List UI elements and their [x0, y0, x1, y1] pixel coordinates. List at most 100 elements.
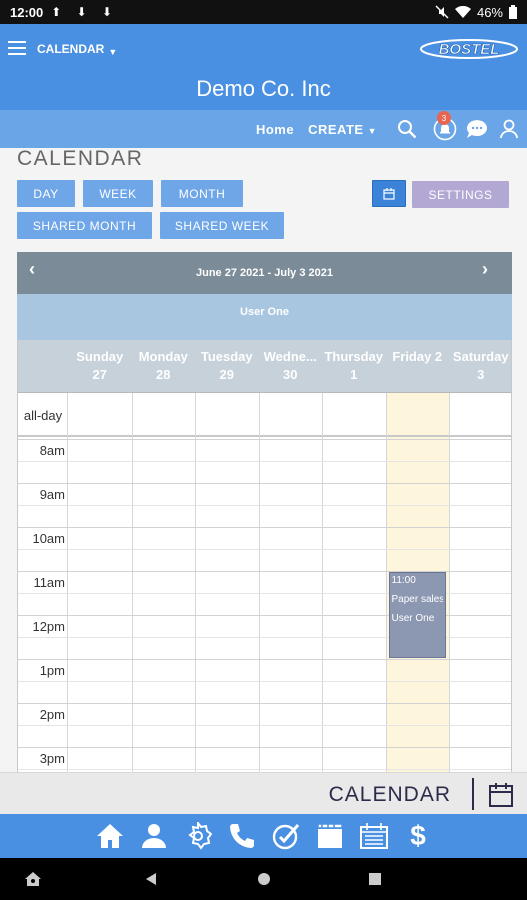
half-hour-line [18, 549, 511, 550]
day-header[interactable]: Friday 2 [386, 348, 450, 366]
tab-calendar[interactable] [359, 821, 389, 851]
next-week-icon[interactable]: › [482, 259, 488, 280]
view-shared-month-button[interactable]: SHARED MONTH [17, 212, 152, 239]
calendar-icon[interactable] [488, 782, 514, 808]
time-label: 2pm [39, 707, 65, 722]
svg-text:BOSTEL: BOSTEL [439, 41, 500, 58]
day-header[interactable]: Sunday 27 [68, 348, 132, 384]
tab-billing[interactable]: $ [403, 821, 433, 851]
column-divider [385, 393, 387, 772]
day-date: 3 [477, 367, 485, 382]
hour-line [18, 703, 511, 704]
day-header[interactable]: Saturday 3 [449, 348, 511, 384]
phone-icon [229, 824, 254, 848]
brand-logo: BOSTEL [420, 39, 518, 59]
app-header: CALENDAR ▼ BOSTEL Demo Co. Inc [0, 24, 527, 110]
status-right: 46% [435, 5, 517, 20]
calendar-user-row: User One [17, 294, 512, 340]
day-name: Tuesday [200, 349, 253, 364]
tab-contacts[interactable] [139, 821, 169, 851]
column-divider [67, 393, 68, 772]
dollar-icon: $ [410, 821, 426, 851]
settings-button[interactable]: SETTINGS [412, 181, 509, 208]
day-name: Sunday [76, 349, 124, 364]
home-assistant-icon[interactable] [24, 871, 42, 887]
top-nav: Home CREATE ▼ 3 [0, 110, 527, 148]
event-title: Paper sales [391, 594, 444, 605]
column-divider [449, 393, 450, 772]
event-user: User One [391, 613, 435, 624]
event-time: 11:00 [391, 575, 416, 586]
hamburger-menu-icon[interactable] [8, 41, 26, 55]
tab-calls[interactable] [227, 821, 257, 851]
tab-settings[interactable] [183, 821, 213, 851]
calendar-icon [359, 823, 388, 849]
wifi-icon [454, 6, 471, 18]
search-button[interactable] [395, 117, 419, 141]
day-header-row: Sunday 27 Monday 28 Tuesday 29 Wedne... 30 Thurs… [18, 340, 511, 393]
date-picker-button[interactable] [372, 180, 406, 207]
system-nav-bar [0, 858, 527, 900]
week-grid: Sunday 27 Monday 28 Tuesday 29 Wedne... 30 Thurs… [17, 340, 512, 772]
half-hour-line [18, 769, 511, 770]
day-name: Monday [138, 349, 188, 364]
battery-percent: 46% [476, 4, 503, 20]
view-week-button[interactable]: WEEK [83, 180, 153, 207]
view-month-button[interactable]: MONTH [161, 180, 243, 207]
hour-line [18, 747, 511, 748]
time-label: 8am [39, 443, 65, 458]
half-hour-line [18, 681, 511, 682]
profile-button[interactable] [497, 117, 521, 141]
day-header[interactable]: Monday 28 [132, 348, 196, 384]
allday-row: all-day [18, 393, 511, 437]
tab-documents[interactable] [315, 821, 345, 851]
day-date: 29 [219, 367, 234, 382]
home-icon [96, 824, 123, 848]
nav-create-menu[interactable]: CREATE ▼ [308, 122, 377, 137]
footer-label: CALENDAR [328, 783, 451, 806]
day-header[interactable]: Wedne... 30 [259, 348, 323, 384]
tab-tasks[interactable] [271, 821, 301, 851]
time-label: 9am [39, 487, 65, 502]
day-name: Friday 2 [392, 349, 443, 364]
home-icon[interactable] [257, 872, 271, 886]
notification-badge: 3 [437, 111, 451, 125]
svg-text:$: $ [410, 821, 426, 851]
recents-icon[interactable] [369, 873, 381, 885]
day-date: 1 [350, 367, 358, 382]
column-divider [258, 393, 260, 772]
calendar-range-header: ‹ June 27 2021 - July 3 2021 › [17, 252, 512, 294]
hour-line [18, 659, 511, 660]
time-label: 3pm [39, 751, 65, 766]
day-date: 28 [156, 367, 171, 382]
view-shared-week-button[interactable]: SHARED WEEK [160, 212, 284, 239]
target-check-icon [272, 824, 299, 850]
calendar-icon [383, 187, 395, 200]
nav-create-label: CREATE [308, 121, 364, 137]
day-header[interactable]: Thursday 1 [322, 348, 386, 384]
module-footer: CALENDAR [0, 772, 527, 814]
bottom-tab-bar: $ [0, 814, 527, 858]
column-divider [322, 393, 323, 772]
download-icons: ⬆ ⬇ ⬇ [51, 5, 119, 19]
view-day-button[interactable]: DAY [17, 180, 75, 207]
user-icon [500, 119, 518, 139]
battery-icon [509, 5, 517, 19]
calendar-event[interactable]: 11:00 Paper sales User One [388, 572, 446, 658]
date-range: June 27 2021 - July 3 2021 [196, 267, 333, 279]
day-header[interactable]: Tuesday 29 [195, 348, 259, 384]
back-icon[interactable] [144, 872, 158, 886]
hour-line [18, 439, 511, 440]
messages-button[interactable] [465, 117, 489, 141]
footer-divider [472, 778, 474, 810]
gear-icon [187, 822, 212, 850]
module-menu-label: CALENDAR [37, 42, 105, 56]
tab-home[interactable] [95, 821, 125, 851]
half-hour-line [18, 725, 511, 726]
clapper-icon [316, 823, 343, 848]
nav-home-link[interactable]: Home [256, 122, 294, 137]
notifications-button[interactable]: 3 [433, 111, 457, 141]
mute-icon [435, 5, 449, 19]
module-menu[interactable]: CALENDAR ▼ [37, 42, 117, 57]
hour-line [18, 527, 511, 528]
